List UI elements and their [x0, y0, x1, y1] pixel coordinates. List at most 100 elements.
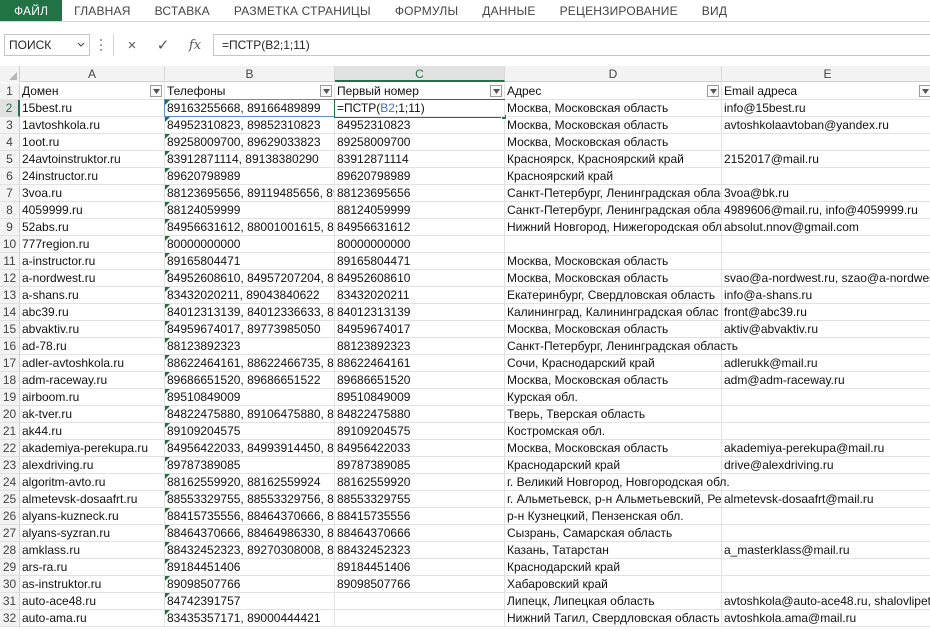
cell-a12[interactable]: a-nordwest.ru: [20, 270, 165, 287]
row-header[interactable]: 17: [0, 355, 20, 372]
cell-b26[interactable]: 88415735556, 88464370666, 8937: [165, 508, 335, 525]
cell-d15[interactable]: Москва, Московская область: [505, 321, 722, 338]
header-cell[interactable]: Первый номер: [335, 83, 505, 100]
cell-a26[interactable]: alyans-kuzneck.ru: [20, 508, 165, 525]
cell-c31[interactable]: [335, 593, 505, 610]
cell-a30[interactable]: as-instruktor.ru: [20, 576, 165, 593]
row-header[interactable]: 28: [0, 542, 20, 559]
row-header[interactable]: 23: [0, 457, 20, 474]
cell-c19[interactable]: 89510849009: [335, 389, 505, 406]
cell-a17[interactable]: adler-avtoshkola.ru: [20, 355, 165, 372]
cell-c10[interactable]: 80000000000: [335, 236, 505, 253]
row-header[interactable]: 7: [0, 185, 20, 202]
column-header-d[interactable]: D: [505, 66, 722, 82]
row-header[interactable]: 2: [0, 100, 20, 117]
tab-7[interactable]: ВИД: [690, 0, 739, 21]
cell-b32[interactable]: 83435357171, 89000444421: [165, 610, 335, 627]
column-header-e[interactable]: E: [722, 66, 930, 82]
cell-c12[interactable]: 84952608610: [335, 270, 505, 287]
cell-c7[interactable]: 88123695656: [335, 185, 505, 202]
cell-e8[interactable]: 4989606@mail.ru, info@4059999.ru: [722, 202, 930, 219]
row-header[interactable]: 9: [0, 219, 20, 236]
column-header-a[interactable]: A: [20, 66, 165, 82]
cell-c15[interactable]: 84959674017: [335, 321, 505, 338]
cell-e26[interactable]: [722, 508, 930, 525]
cell-a29[interactable]: ars-ra.ru: [20, 559, 165, 576]
cell-b5[interactable]: 83912871114, 89138380290: [165, 151, 335, 168]
cell-a19[interactable]: airboom.ru: [20, 389, 165, 406]
cell-d17[interactable]: Сочи, Краснодарский край: [505, 355, 722, 372]
cell-c17[interactable]: 88622464161: [335, 355, 505, 372]
row-header[interactable]: 26: [0, 508, 20, 525]
cell-d12[interactable]: Москва, Московская область: [505, 270, 722, 287]
select-all-corner[interactable]: [0, 66, 20, 82]
cell-d18[interactable]: Москва, Московская область: [505, 372, 722, 389]
cell-b8[interactable]: 88124059999: [165, 202, 335, 219]
cell-d28[interactable]: Казань, Татарстан: [505, 542, 722, 559]
cell-d21[interactable]: Костромская обл.: [505, 423, 722, 440]
cell-e27[interactable]: [722, 525, 930, 542]
cell-e21[interactable]: [722, 423, 930, 440]
cell-e7[interactable]: 3voa@bk.ru: [722, 185, 930, 202]
cell-a2[interactable]: 15best.ru: [20, 100, 165, 117]
cell-a22[interactable]: akademiya-perekupa.ru: [20, 440, 165, 457]
row-header[interactable]: 19: [0, 389, 20, 406]
cell-d3[interactable]: Москва, Московская область: [505, 117, 722, 134]
tab-3[interactable]: РАЗМЕТКА СТРАНИЦЫ: [222, 0, 383, 21]
cell-e25[interactable]: almetevsk-dosaafrt@mail.ru: [722, 491, 930, 508]
spreadsheet-grid[interactable]: ABCDE 1 Домен Телефоны Первый номер Адрес Ema…: [0, 66, 930, 631]
cell-a11[interactable]: a-instructor.ru: [20, 253, 165, 270]
cell-e16[interactable]: [722, 338, 930, 355]
cell-c30[interactable]: 89098507766: [335, 576, 505, 593]
row-header[interactable]: 5: [0, 151, 20, 168]
cell-b4[interactable]: 89258009700, 89629033823: [165, 134, 335, 151]
drag-handle-icon[interactable]: [99, 38, 103, 52]
cell-b6[interactable]: 89620798989: [165, 168, 335, 185]
cell-e6[interactable]: [722, 168, 930, 185]
tab-6[interactable]: РЕЦЕНЗИРОВАНИЕ: [548, 0, 690, 21]
cell-a27[interactable]: alyans-syzran.ru: [20, 525, 165, 542]
row-header[interactable]: 20: [0, 406, 20, 423]
chevron-down-icon[interactable]: [76, 40, 86, 50]
tab-5[interactable]: ДАННЫЕ: [470, 0, 547, 21]
cell-e3[interactable]: avtoshkolaavtoban@yandex.ru: [722, 117, 930, 134]
cell-d10[interactable]: [505, 236, 722, 253]
cell-d14[interactable]: Калининград, Калининградская облас: [505, 304, 722, 321]
cell-c14[interactable]: 84012313139: [335, 304, 505, 321]
active-cell-editor[interactable]: =ПСТР(B2;1;11): [335, 100, 505, 117]
filter-dropdown-icon[interactable]: [490, 85, 502, 97]
cell-e15[interactable]: aktiv@abvaktiv.ru: [722, 321, 930, 338]
cell-e22[interactable]: akademiya-perekupa@mail.ru: [722, 440, 930, 457]
cell-e19[interactable]: [722, 389, 930, 406]
tab-1[interactable]: ГЛАВНАЯ: [62, 0, 142, 21]
cell-b2[interactable]: 89163255668, 89166489899: [165, 100, 335, 117]
cell-c23[interactable]: 89787389085: [335, 457, 505, 474]
cell-a9[interactable]: 52abs.ru: [20, 219, 165, 236]
formula-input[interactable]: =ПСТР(B2;1;11): [213, 34, 930, 56]
tab-0[interactable]: ФАЙЛ: [0, 0, 63, 21]
cell-e31[interactable]: avtoshkola@auto-ace48.ru, shalovlipet: [722, 593, 930, 610]
cell-c9[interactable]: 84956631612: [335, 219, 505, 236]
row-header[interactable]: 24: [0, 474, 20, 491]
cell-b20[interactable]: 84822475880, 89106475880, 8919: [165, 406, 335, 423]
row-header[interactable]: 12: [0, 270, 20, 287]
row-header[interactable]: 3: [0, 117, 20, 134]
cell-c13[interactable]: 83432020211: [335, 287, 505, 304]
cell-c29[interactable]: 89184451406: [335, 559, 505, 576]
cell-b16[interactable]: 88123892323: [165, 338, 335, 355]
cell-a15[interactable]: abvaktiv.ru: [20, 321, 165, 338]
tab-2[interactable]: ВСТАВКА: [143, 0, 222, 21]
filter-dropdown-icon[interactable]: [320, 85, 332, 97]
row-header[interactable]: 15: [0, 321, 20, 338]
cell-d13[interactable]: Екатеринбург, Свердловская область: [505, 287, 722, 304]
cell-e5[interactable]: 2152017@mail.ru: [722, 151, 930, 168]
filter-dropdown-icon[interactable]: [150, 85, 162, 97]
row-header[interactable]: 27: [0, 525, 20, 542]
filter-dropdown-icon[interactable]: [919, 85, 930, 97]
column-header-c[interactable]: C: [335, 66, 505, 82]
cell-e24[interactable]: [722, 474, 930, 491]
cell-b12[interactable]: 84952608610, 84957207204, 8499: [165, 270, 335, 287]
cell-e32[interactable]: avtoshkola.ama@mail.ru: [722, 610, 930, 627]
cell-b30[interactable]: 89098507766: [165, 576, 335, 593]
cell-d30[interactable]: Хабаровский край: [505, 576, 722, 593]
